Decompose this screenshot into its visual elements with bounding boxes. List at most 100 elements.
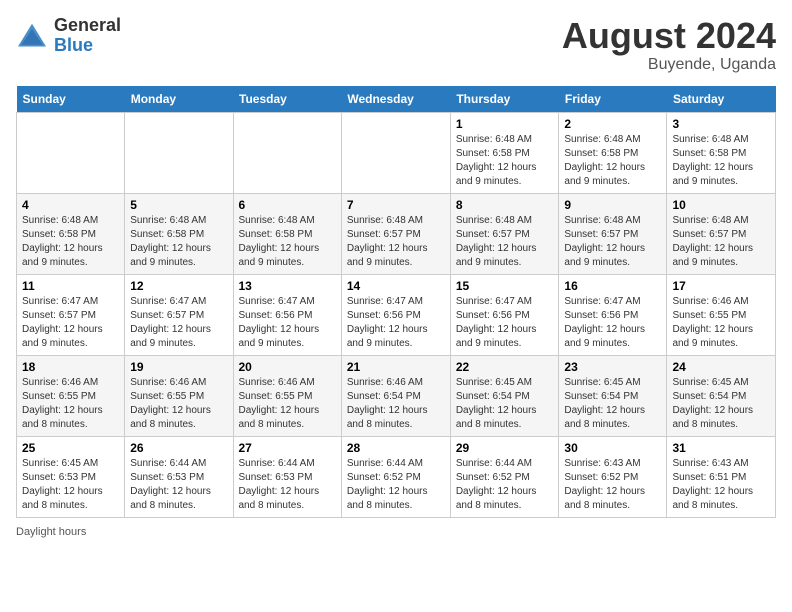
logo: General Blue <box>16 16 121 56</box>
day-number: 6 <box>239 198 336 212</box>
table-cell: 20Sunrise: 6:46 AM Sunset: 6:55 PM Dayli… <box>233 355 341 436</box>
logo-blue: Blue <box>54 35 93 55</box>
day-number: 24 <box>672 360 770 374</box>
logo-icon <box>16 22 48 50</box>
col-sunday: Sunday <box>17 86 125 113</box>
day-info: Sunrise: 6:48 AM Sunset: 6:58 PM Dayligh… <box>564 133 661 189</box>
day-number: 15 <box>456 279 554 293</box>
table-cell: 31Sunrise: 6:43 AM Sunset: 6:51 PM Dayli… <box>667 436 776 517</box>
table-cell: 24 Sunrise: 6:45 AM Sunset: 6:54 PM Dayli… <box>667 355 776 436</box>
table-cell: 9Sunrise: 6:48 AM Sunset: 6:57 PM Daylig… <box>559 193 667 274</box>
day-info: Sunrise: 6:48 AM Sunset: 6:58 PM Dayligh… <box>22 214 119 270</box>
table-cell: 8 Sunrise: 6:48 AM Sunset: 6:57 PM Daylig… <box>450 193 559 274</box>
table-cell: 11 Sunrise: 6:47 AM Sunset: 6:57 PM Dayli… <box>17 274 125 355</box>
table-cell: 21 Sunrise: 6:46 AM Sunset: 6:54 PM Dayli… <box>341 355 450 436</box>
col-monday: Monday <box>125 86 233 113</box>
table-cell <box>125 112 233 193</box>
day-number: 17 <box>672 279 770 293</box>
table-cell: 6Sunrise: 6:48 AM Sunset: 6:58 PM Daylig… <box>233 193 341 274</box>
table-cell: 19 Sunrise: 6:46 AM Sunset: 6:55 PM Dayli… <box>125 355 233 436</box>
day-number: 30 <box>564 441 661 455</box>
table-cell: 17 Sunrise: 6:46 AM Sunset: 6:55 PM Dayli… <box>667 274 776 355</box>
day-number: 16 <box>564 279 661 293</box>
day-number: 10 <box>672 198 770 212</box>
day-number: 19 <box>130 360 227 374</box>
day-number: 23 <box>564 360 661 374</box>
day-info: Sunrise: 6:44 AM Sunset: 6:52 PM Dayligh… <box>456 457 554 513</box>
day-number: 22 <box>456 360 554 374</box>
calendar-header-row: Sunday Monday Tuesday Wednesday Thursday… <box>17 86 776 113</box>
day-number: 2 <box>564 117 661 131</box>
week-row-1: 1 Sunrise: 6:48 AM Sunset: 6:58 PM Daylig… <box>17 112 776 193</box>
footer: Daylight hours <box>16 526 776 538</box>
day-info: Sunrise: 6:46 AM Sunset: 6:55 PM Dayligh… <box>130 376 227 432</box>
day-info: Sunrise: 6:48 AM Sunset: 6:58 PM Dayligh… <box>456 133 554 189</box>
col-wednesday: Wednesday <box>341 86 450 113</box>
day-info: Sunrise: 6:48 AM Sunset: 6:57 PM Dayligh… <box>564 214 661 270</box>
logo-text: General Blue <box>54 16 121 56</box>
day-number: 5 <box>130 198 227 212</box>
table-cell: 13 Sunrise: 6:47 AM Sunset: 6:56 PM Dayli… <box>233 274 341 355</box>
table-cell: 12Sunrise: 6:47 AM Sunset: 6:57 PM Dayli… <box>125 274 233 355</box>
table-cell: 18 Sunrise: 6:46 AM Sunset: 6:55 PM Dayli… <box>17 355 125 436</box>
day-number: 31 <box>672 441 770 455</box>
title-block: August 2024 Buyende, Uganda <box>562 16 776 74</box>
table-cell: 2 Sunrise: 6:48 AM Sunset: 6:58 PM Daylig… <box>559 112 667 193</box>
table-cell: 26 Sunrise: 6:44 AM Sunset: 6:53 PM Dayli… <box>125 436 233 517</box>
day-info: Sunrise: 6:47 AM Sunset: 6:57 PM Dayligh… <box>130 295 227 351</box>
day-info: Sunrise: 6:47 AM Sunset: 6:57 PM Dayligh… <box>22 295 119 351</box>
table-cell: 1 Sunrise: 6:48 AM Sunset: 6:58 PM Daylig… <box>450 112 559 193</box>
table-cell: 29 Sunrise: 6:44 AM Sunset: 6:52 PM Dayli… <box>450 436 559 517</box>
day-info: Sunrise: 6:48 AM Sunset: 6:57 PM Dayligh… <box>672 214 770 270</box>
logo-general: General <box>54 15 121 35</box>
table-cell <box>233 112 341 193</box>
day-info: Sunrise: 6:48 AM Sunset: 6:57 PM Dayligh… <box>456 214 554 270</box>
week-row-3: 11 Sunrise: 6:47 AM Sunset: 6:57 PM Dayli… <box>17 274 776 355</box>
day-info: Sunrise: 6:47 AM Sunset: 6:56 PM Dayligh… <box>564 295 661 351</box>
day-info: Sunrise: 6:46 AM Sunset: 6:55 PM Dayligh… <box>672 295 770 351</box>
col-saturday: Saturday <box>667 86 776 113</box>
table-cell: 16 Sunrise: 6:47 AM Sunset: 6:56 PM Dayli… <box>559 274 667 355</box>
day-number: 3 <box>672 117 770 131</box>
day-number: 1 <box>456 117 554 131</box>
day-number: 14 <box>347 279 445 293</box>
day-number: 8 <box>456 198 554 212</box>
day-info: Sunrise: 6:44 AM Sunset: 6:52 PM Dayligh… <box>347 457 445 513</box>
day-info: Sunrise: 6:45 AM Sunset: 6:53 PM Dayligh… <box>22 457 119 513</box>
table-cell: 23 Sunrise: 6:45 AM Sunset: 6:54 PM Dayli… <box>559 355 667 436</box>
day-number: 26 <box>130 441 227 455</box>
table-cell: 7Sunrise: 6:48 AM Sunset: 6:57 PM Daylig… <box>341 193 450 274</box>
day-info: Sunrise: 6:48 AM Sunset: 6:58 PM Dayligh… <box>672 133 770 189</box>
day-info: Sunrise: 6:46 AM Sunset: 6:55 PM Dayligh… <box>22 376 119 432</box>
day-info: Sunrise: 6:47 AM Sunset: 6:56 PM Dayligh… <box>456 295 554 351</box>
week-row-2: 4Sunrise: 6:48 AM Sunset: 6:58 PM Daylig… <box>17 193 776 274</box>
col-friday: Friday <box>559 86 667 113</box>
day-number: 11 <box>22 279 119 293</box>
day-info: Sunrise: 6:44 AM Sunset: 6:53 PM Dayligh… <box>130 457 227 513</box>
calendar-table: Sunday Monday Tuesday Wednesday Thursday… <box>16 86 776 518</box>
page-header: General Blue August 2024 Buyende, Uganda <box>16 16 776 74</box>
month-year: August 2024 <box>562 16 776 56</box>
table-cell: 14 Sunrise: 6:47 AM Sunset: 6:56 PM Dayli… <box>341 274 450 355</box>
day-number: 27 <box>239 441 336 455</box>
day-number: 28 <box>347 441 445 455</box>
day-number: 13 <box>239 279 336 293</box>
table-cell: 27 Sunrise: 6:44 AM Sunset: 6:53 PM Dayli… <box>233 436 341 517</box>
day-info: Sunrise: 6:46 AM Sunset: 6:54 PM Dayligh… <box>347 376 445 432</box>
table-cell: 4Sunrise: 6:48 AM Sunset: 6:58 PM Daylig… <box>17 193 125 274</box>
daylight-hours-label: Daylight hours <box>16 526 86 538</box>
day-number: 21 <box>347 360 445 374</box>
table-cell <box>341 112 450 193</box>
day-info: Sunrise: 6:47 AM Sunset: 6:56 PM Dayligh… <box>239 295 336 351</box>
table-cell: 15 Sunrise: 6:47 AM Sunset: 6:56 PM Dayli… <box>450 274 559 355</box>
table-cell <box>17 112 125 193</box>
table-cell: 25Sunrise: 6:45 AM Sunset: 6:53 PM Dayli… <box>17 436 125 517</box>
day-info: Sunrise: 6:45 AM Sunset: 6:54 PM Dayligh… <box>564 376 661 432</box>
day-info: Sunrise: 6:45 AM Sunset: 6:54 PM Dayligh… <box>672 376 770 432</box>
col-tuesday: Tuesday <box>233 86 341 113</box>
day-number: 18 <box>22 360 119 374</box>
day-number: 20 <box>239 360 336 374</box>
day-info: Sunrise: 6:47 AM Sunset: 6:56 PM Dayligh… <box>347 295 445 351</box>
day-info: Sunrise: 6:44 AM Sunset: 6:53 PM Dayligh… <box>239 457 336 513</box>
day-number: 29 <box>456 441 554 455</box>
